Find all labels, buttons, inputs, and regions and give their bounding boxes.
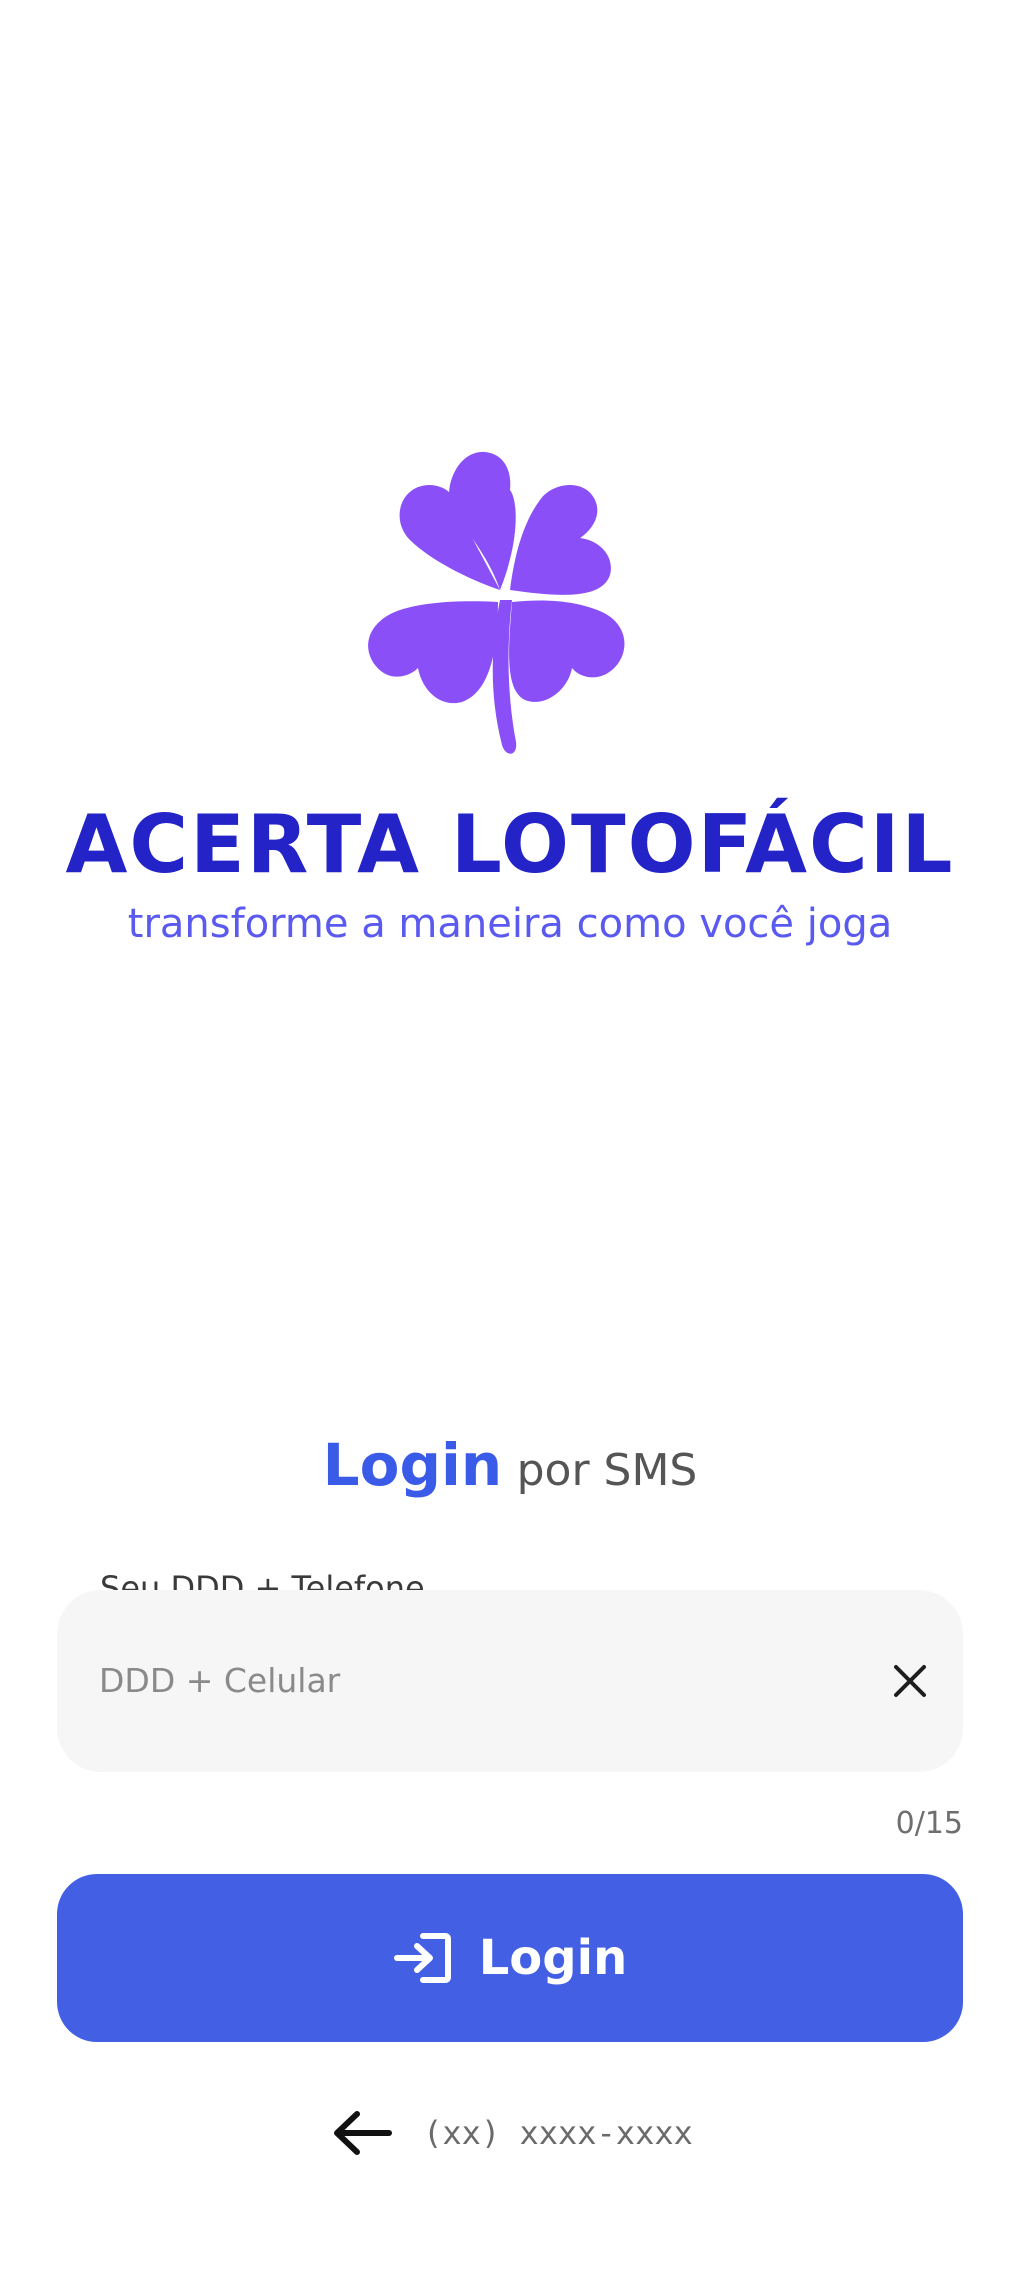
arrow-left-icon — [334, 2111, 393, 2155]
phone-mask-text: (xx) xxxx-xxxx — [423, 2114, 693, 2152]
logo-four-leaf-clover-icon — [340, 440, 670, 790]
footer-row: (xx) xxxx-xxxx — [0, 2093, 1020, 2173]
back-button[interactable] — [327, 2098, 397, 2168]
char-counter: 0/15 — [895, 1806, 963, 1841]
close-icon — [894, 1665, 926, 1697]
login-button[interactable]: Login — [57, 1874, 963, 2042]
login-heading: Login por SMS — [0, 1425, 1020, 1521]
phone-input[interactable] — [99, 1648, 859, 1712]
brand-title: ACERTA LOTOFÁCIL — [65, 798, 955, 891]
login-button-label: Login — [478, 1930, 628, 1986]
phone-input-container — [57, 1590, 963, 1772]
login-heading-strong: Login — [322, 1431, 503, 1499]
brand-tagline: transforme a maneira como você joga — [127, 901, 893, 947]
clear-input-button[interactable] — [875, 1646, 945, 1716]
login-arrow-icon — [393, 1933, 451, 1983]
login-heading-rest: por SMS — [516, 1445, 698, 1496]
